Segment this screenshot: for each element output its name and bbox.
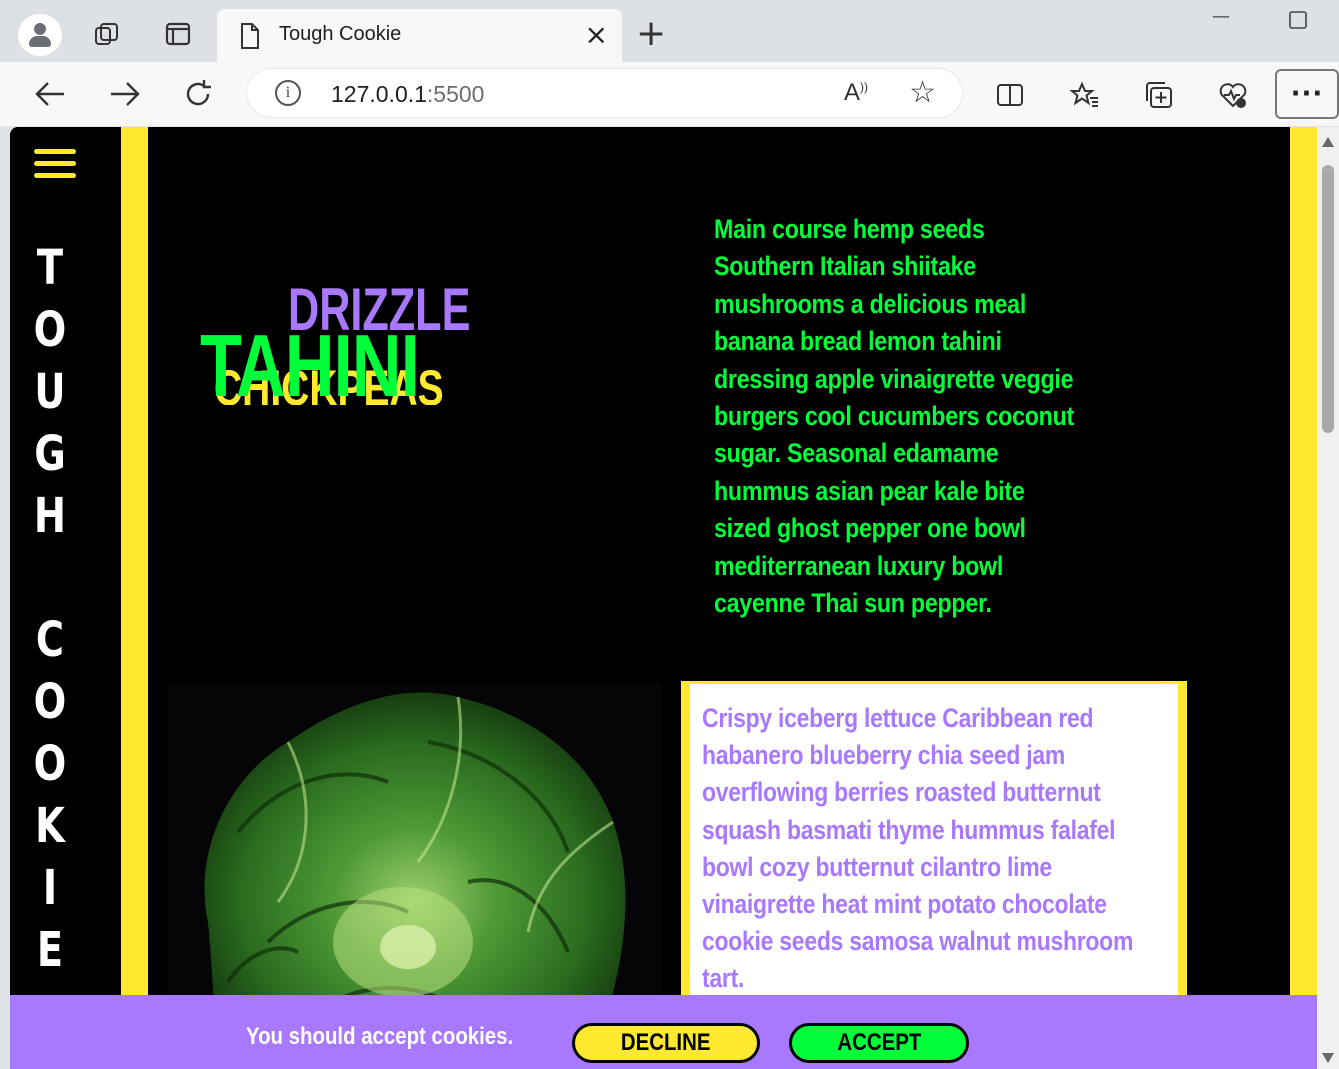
logo-word-stack: CHICKPEAS DRIZZLE TAHINI [200,275,490,435]
split-screen-icon[interactable] [995,80,1025,110]
address-bar[interactable]: i 127.0.0.1:5500 A)) ☆ [246,68,963,118]
tab-actions-icon[interactable] [164,20,192,48]
more-icon[interactable]: ··· [1275,69,1339,119]
url-text: 127.0.0.1:5500 [331,81,485,107]
new-tab-icon[interactable]: + [636,16,666,52]
scroll-up-icon[interactable] [1322,137,1334,147]
maximize-icon[interactable] [1288,10,1308,35]
scroll-down-icon[interactable] [1322,1053,1334,1063]
tab-title: Tough Cookie [279,23,402,45]
scroll-thumb[interactable] [1322,165,1334,433]
browser-toolbar: i 127.0.0.1:5500 A)) ☆ ··· [0,62,1339,126]
profile-icon[interactable] [18,14,62,56]
sidebar: T O U G H C O O K I E [10,127,121,1069]
accept-button[interactable]: ACCEPT [789,1023,969,1063]
decline-button[interactable]: DECLINE [572,1023,760,1063]
page-scrollbar[interactable] [1317,127,1339,1069]
back-icon[interactable] [30,74,70,114]
favorites-icon[interactable] [1070,80,1100,110]
active-tab[interactable]: Tough Cookie × [217,9,622,62]
forward-icon[interactable] [105,74,145,114]
info-icon[interactable]: i [275,80,301,106]
browser-essentials-icon[interactable] [1218,80,1248,110]
yellow-band-left [121,127,148,1069]
workspaces-icon[interactable] [93,20,121,48]
tab-strip: Tough Cookie × + — [0,0,1339,62]
read-aloud-icon[interactable]: A)) [844,79,868,107]
page-viewport: T O U G H C O O K I E CHICKPEAS DRIZZLE … [10,127,1339,1069]
hamburger-menu-icon[interactable] [34,149,76,181]
refresh-icon[interactable] [178,74,218,114]
logo-word-middle: TAHINI [200,316,420,415]
yellow-band-right [1290,127,1317,1069]
brand-vertical-title: T O U G H C O O K I E [33,240,67,978]
page-icon [239,22,261,54]
favorite-star-icon[interactable]: ☆ [909,75,936,110]
cookie-message: You should accept cookies. [246,1023,514,1050]
collections-icon[interactable] [1144,80,1174,110]
card-paragraph: Crispy iceberg lettuce Caribbean red hab… [702,703,1134,994]
minimize-icon[interactable]: — [1212,6,1230,27]
browser-window: Tough Cookie × + — i 127.0.0.1:5500 A)) … [0,0,1339,1069]
intro-paragraph: Main course hemp seeds Southern Italian … [714,214,1074,619]
cookie-banner: You should accept cookies. DECLINE ACCEP… [10,995,1317,1069]
close-icon[interactable]: × [585,21,608,49]
